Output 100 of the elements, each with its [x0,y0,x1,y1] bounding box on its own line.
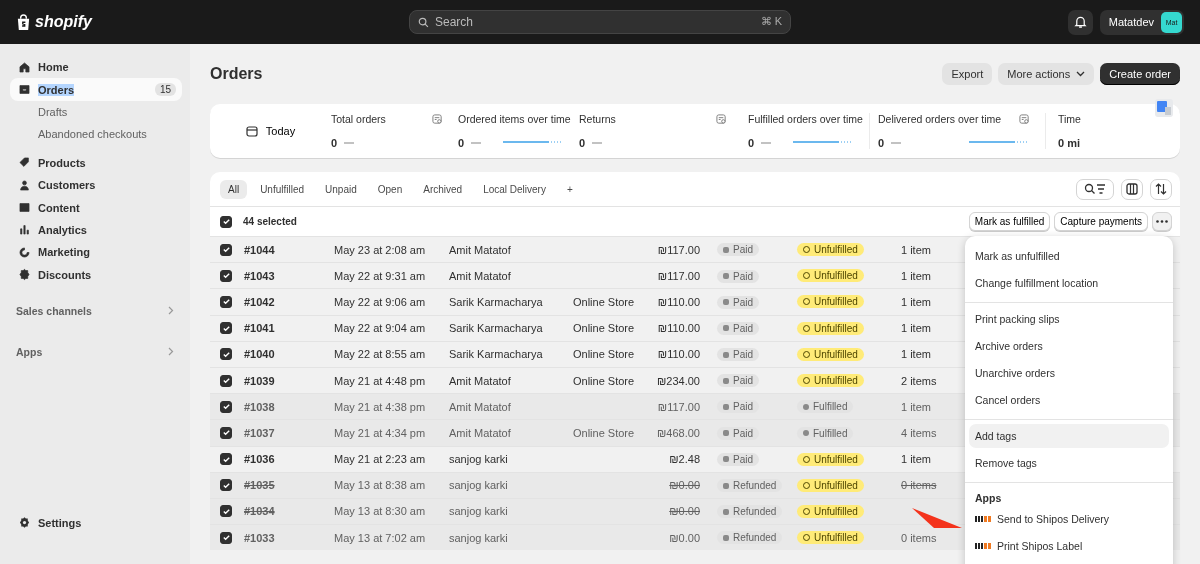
nav-icon [18,223,31,237]
nav-icon [18,268,31,282]
customer-name: Amit Matatof [449,426,512,439]
sort-button[interactable] [1150,178,1172,200]
order-number[interactable]: #1033 [244,531,334,544]
report-icon[interactable] [1019,113,1030,125]
row-checkbox[interactable] [220,479,232,492]
action-button[interactable]: More actions [998,63,1095,85]
sales-channel: Online Store [573,348,635,361]
annotation-arrow [912,508,962,530]
notifications-button[interactable] [1067,9,1093,35]
nav-item[interactable]: Home [10,56,182,79]
row-checkbox[interactable] [220,426,232,439]
filter-tab[interactable]: + [558,179,581,199]
row-checkbox[interactable] [220,322,232,335]
order-number[interactable]: #1044 [244,243,334,256]
customer-name: Amit Matatof [449,269,512,282]
fulfillment-status-badge: Unfulfilled [797,347,864,361]
sales-channel: Online Store [573,322,635,335]
row-checkbox[interactable] [220,295,232,308]
order-number[interactable]: #1036 [244,453,334,466]
report-icon[interactable] [432,113,443,125]
nav-item[interactable]: Products [10,151,182,174]
count-badge: 15 [154,83,176,97]
order-date: May 21 at 4:48 pm [334,374,427,387]
row-checkbox[interactable] [220,453,232,466]
order-number[interactable]: #1041 [244,322,334,335]
nav-item[interactable]: Content [10,196,182,219]
nav-icon [18,83,31,97]
order-number[interactable]: #1038 [244,400,334,413]
nav-icon [18,245,31,259]
nav-item[interactable]: Orders 15 [10,78,182,101]
menu-item[interactable]: Add tags [969,424,1169,448]
filter-tab[interactable]: Unfulfilled [252,179,313,199]
customer-name: Sarik Karmacharya [449,348,544,361]
row-checkbox[interactable] [220,400,232,413]
row-checkbox[interactable] [220,505,232,518]
filter-tab[interactable]: All [220,179,248,199]
select-all-checkbox[interactable] [220,215,232,228]
order-number[interactable]: #1034 [244,505,334,518]
fulfillment-status-badge: Unfulfilled [797,531,864,545]
filter-tab[interactable]: Unpaid [317,179,365,199]
order-number[interactable]: #1035 [244,479,334,492]
more-icon [1156,220,1168,223]
section-link[interactable]: Apps [10,342,182,361]
metric-value: 0 [878,137,885,149]
row-checkbox[interactable] [220,243,232,256]
order-date: May 22 at 8:55 am [334,348,427,361]
fulfillment-status-badge: Unfulfilled [797,374,864,388]
report-icon[interactable] [716,113,727,125]
item-count: 1 item [901,322,931,335]
nav-item[interactable]: Analytics [10,218,182,242]
logo[interactable]: shopify [35,13,92,31]
settings-item[interactable]: Settings [10,511,182,534]
order-total: ₪110.00 [657,348,700,361]
bulk-action-button[interactable]: Mark as fulfilled [968,212,1051,231]
nav-subitem[interactable]: Abandoned checkouts [10,123,182,146]
columns-button[interactable] [1121,178,1143,200]
filter-tab[interactable]: Archived [415,179,471,199]
nav-item[interactable]: Discounts [10,263,182,286]
filter-tab[interactable]: Open [369,179,411,199]
filter-tab[interactable]: Local Delivery [475,179,554,199]
order-number[interactable]: #1037 [244,426,334,439]
order-date: May 21 at 2:23 am [334,453,427,466]
section-link[interactable]: Sales channels [10,301,182,320]
order-date: May 13 at 8:30 am [334,505,427,518]
bulk-action-button[interactable]: Capture payments [1054,212,1148,231]
search-filter-button[interactable] [1076,178,1114,200]
order-number[interactable]: #1042 [244,295,334,308]
order-number[interactable]: #1040 [244,348,334,361]
order-total: ₪468.00 [657,426,700,439]
nav-item[interactable]: Marketing [10,241,182,264]
action-button[interactable]: Create order [1100,63,1180,85]
search-icon [418,17,429,28]
payment-status-badge: Paid [717,321,759,335]
row-checkbox[interactable] [220,531,232,544]
action-button[interactable]: Export [942,63,993,85]
sales-channel: Online Store [573,374,635,387]
row-checkbox[interactable] [220,269,232,282]
item-count: 0 items [901,479,937,492]
date-button[interactable]: Today [210,104,331,158]
metric-label: Time [1058,113,1081,125]
bell-icon [1073,15,1087,29]
order-date: May 22 at 9:06 am [334,295,427,308]
metric-value: 0 mi [1058,137,1080,149]
row-checkbox[interactable] [220,348,232,361]
item-count: 4 items [901,426,937,439]
row-checkbox[interactable] [220,374,232,387]
customer-name: Amit Matatof [449,243,512,256]
fulfillment-status-badge: Unfulfilled [797,321,864,335]
payment-status-badge: Refunded [717,505,783,519]
order-total: ₪0.00 [669,531,700,544]
order-date: May 21 at 4:38 pm [334,400,427,413]
payment-status-badge: Refunded [717,479,783,493]
nav-item[interactable]: Customers [10,173,182,197]
nav-subitem[interactable]: Drafts [10,100,182,124]
order-number[interactable]: #1043 [244,269,334,282]
customer-name: Sarik Karmacharya [449,295,544,308]
order-number[interactable]: #1039 [244,374,334,387]
more-button[interactable] [1152,212,1172,231]
